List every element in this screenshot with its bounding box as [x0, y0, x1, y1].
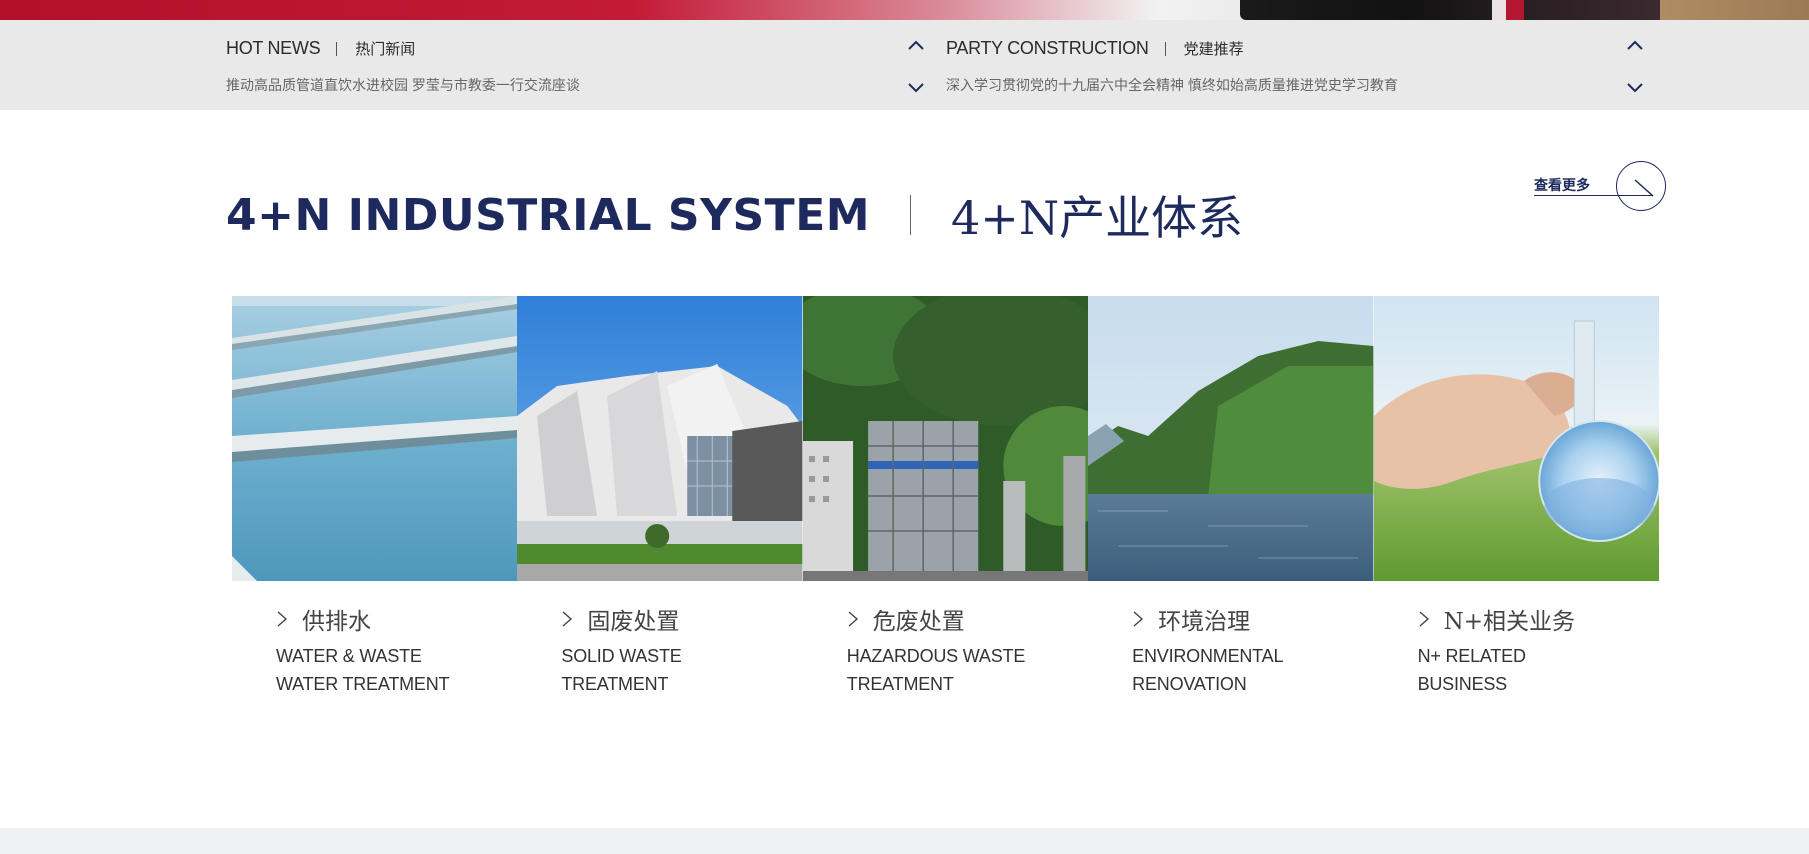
- card-solid-waste[interactable]: 固废处置 SOLID WASTE TREATMENT: [517, 296, 803, 716]
- hot-news-header: HOT NEWS 热门新闻: [226, 38, 415, 59]
- card-title-cn: 供排水: [302, 609, 371, 635]
- section-title-cn: 4+N产业体系: [951, 191, 1244, 245]
- card-title-en-line: BUSINESS: [1417, 674, 1508, 694]
- card-environmental[interactable]: 环境治理 ENVIRONMENTAL RENOVATION: [1088, 296, 1374, 716]
- hot-news-title-cn: 热门新闻: [355, 41, 416, 58]
- chevron-up-icon[interactable]: [1625, 38, 1645, 52]
- card-title-cn: N+相关业务: [1443, 609, 1575, 635]
- party-title-cn: 党建推荐: [1183, 41, 1244, 58]
- card-related-business[interactable]: N+相关业务 N+ RELATED BUSINESS: [1373, 296, 1659, 716]
- chevron-right-icon: [277, 611, 288, 627]
- hazardous-waste-image: [802, 296, 1089, 581]
- chevron-right-icon: [562, 611, 573, 627]
- hot-news-headline-link[interactable]: 推动高品质管道直饮水进校园 罗莹与市教委一行交流座谈: [226, 75, 580, 95]
- card-title-en-line: N+ RELATED: [1417, 646, 1526, 666]
- card-title-row: N+相关业务: [1418, 602, 1575, 636]
- divider: [336, 41, 338, 56]
- card-title-cn: 危废处置: [872, 609, 965, 635]
- card-water[interactable]: 供排水 WATER & WASTE WATER TREATMENT: [232, 296, 518, 716]
- footer-band: [0, 828, 1809, 854]
- environmental-image: [1088, 296, 1374, 581]
- card-title-en: ENVIRONMENTAL RENOVATION: [1132, 642, 1362, 698]
- card-title-row: 危废处置: [847, 602, 965, 636]
- view-more-button[interactable]: 查看更多: [1534, 160, 1666, 212]
- chevron-right-icon: [848, 611, 858, 627]
- view-more-label: 查看更多: [1534, 177, 1590, 193]
- banner-photo-shirt: [1492, 0, 1506, 20]
- card-title-en: SOLID WASTE TREATMENT: [561, 642, 791, 698]
- card-title-en-line: ENVIRONMENTAL: [1132, 646, 1284, 666]
- card-title-cn: 固废处置: [587, 609, 680, 635]
- news-bar: HOT NEWS 热门新闻 推动高品质管道直饮水进校园 罗莹与市教委一行交流座谈…: [0, 20, 1809, 110]
- party-title-en: PARTY CONSTRUCTION: [946, 38, 1149, 58]
- arrow-down-right-icon: [1616, 161, 1666, 211]
- section-header: 4+N INDUSTRIAL SYSTEM 4+N产业体系: [226, 182, 1243, 248]
- chevron-up-icon[interactable]: [906, 38, 926, 52]
- banner-photo-tie: [1506, 0, 1524, 20]
- card-title-en-line: TREATMENT: [846, 674, 954, 694]
- card-title-en-line: TREATMENT: [561, 674, 669, 694]
- card-title-en-line: SOLID WASTE: [561, 646, 682, 666]
- top-banner: [0, 0, 1809, 20]
- card-title-en-line: WATER & WASTE: [276, 646, 422, 666]
- hot-news-panel: HOT NEWS 热门新闻 推动高品质管道直饮水进校园 罗莹与市教委一行交流座谈: [226, 20, 926, 110]
- chevron-right-icon: [1419, 611, 1429, 627]
- card-title-row: 固废处置: [561, 602, 679, 636]
- title-divider: [910, 195, 912, 235]
- card-title-en-line: HAZARDOUS WASTE: [846, 646, 1026, 666]
- party-header: PARTY CONSTRUCTION 党建推荐: [946, 38, 1244, 59]
- banner-photo-background: [1660, 0, 1809, 20]
- card-title-en: N+ RELATED BUSINESS: [1418, 642, 1648, 698]
- chevron-down-icon[interactable]: [1625, 80, 1645, 94]
- card-title-en: WATER & WASTE WATER TREATMENT: [276, 642, 506, 698]
- water-treatment-image: [232, 296, 518, 581]
- related-business-image: [1373, 296, 1659, 581]
- section-title-en: 4+N INDUSTRIAL SYSTEM: [226, 189, 871, 241]
- card-title-en-line: WATER TREATMENT: [276, 674, 450, 694]
- card-title-row: 环境治理: [1132, 602, 1250, 636]
- card-title-en: HAZARDOUS WASTE TREATMENT: [847, 642, 1077, 698]
- card-title-row: 供排水: [276, 602, 371, 636]
- card-title-cn: 环境治理: [1158, 609, 1251, 635]
- party-construction-panel: PARTY CONSTRUCTION 党建推荐 深入学习贯彻党的十九届六中全会精…: [946, 20, 1646, 110]
- divider: [1164, 41, 1166, 56]
- industry-cards: 供排水 WATER & WASTE WATER TREATMENT 固废处置 S…: [232, 296, 1659, 716]
- chevron-down-icon[interactable]: [906, 80, 926, 94]
- party-headline-link[interactable]: 深入学习贯彻党的十九届六中全会精神 慎终如始高质量推进党史学习教育: [946, 75, 1398, 95]
- chevron-right-icon: [1133, 611, 1144, 627]
- card-title-en-line: RENOVATION: [1132, 674, 1247, 694]
- banner-photo: [1240, 0, 1660, 20]
- hot-news-title-en: HOT NEWS: [226, 38, 321, 58]
- card-hazardous-waste[interactable]: 危废处置 HAZARDOUS WASTE TREATMENT: [802, 296, 1089, 716]
- solid-waste-image: [517, 296, 803, 581]
